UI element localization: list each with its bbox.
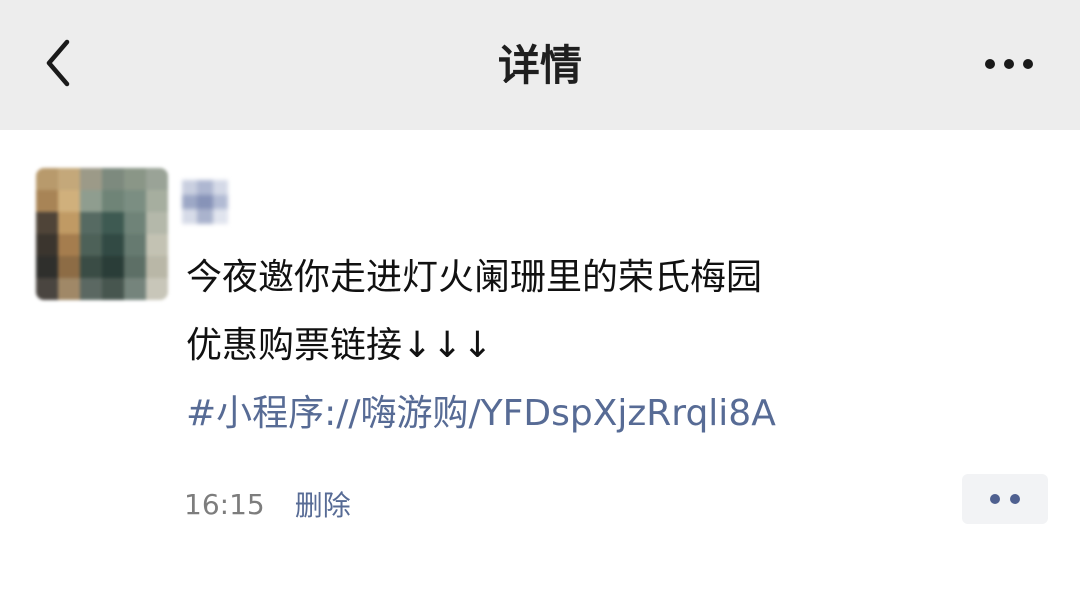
top-navigation-bar: 详情 — [0, 0, 1080, 130]
page-title: 详情 — [497, 41, 582, 90]
post-timestamp: 16:15 — [184, 487, 265, 521]
nickname[interactable] — [182, 180, 228, 224]
post-text-line: 今夜邀你走进灯火阑珊里的荣氏梅园 — [186, 257, 763, 298]
more-horizontal-icon — [985, 59, 995, 69]
more-dots-icon — [990, 494, 1000, 504]
more-dots-icon-dot — [1010, 494, 1020, 504]
more-options-button[interactable] — [974, 34, 1044, 94]
comment-like-button[interactable] — [962, 474, 1048, 524]
post-content: 今夜邀你走进灯火阑珊里的荣氏梅园 优惠购票链接↓↓↓ #小程序://嗨游购/YF… — [186, 244, 1046, 448]
delete-button[interactable]: 删除 — [295, 484, 351, 524]
more-horizontal-icon-dot — [1023, 59, 1033, 69]
post-text-line: 优惠购票链接↓↓↓ — [186, 325, 493, 366]
post-meta: 16:15 删除 — [184, 482, 351, 526]
more-horizontal-icon-dot — [1004, 59, 1014, 69]
avatar[interactable] — [36, 168, 168, 300]
mini-program-link[interactable]: #小程序://嗨游购/YFDspXjzRrqli8A — [186, 380, 1046, 448]
